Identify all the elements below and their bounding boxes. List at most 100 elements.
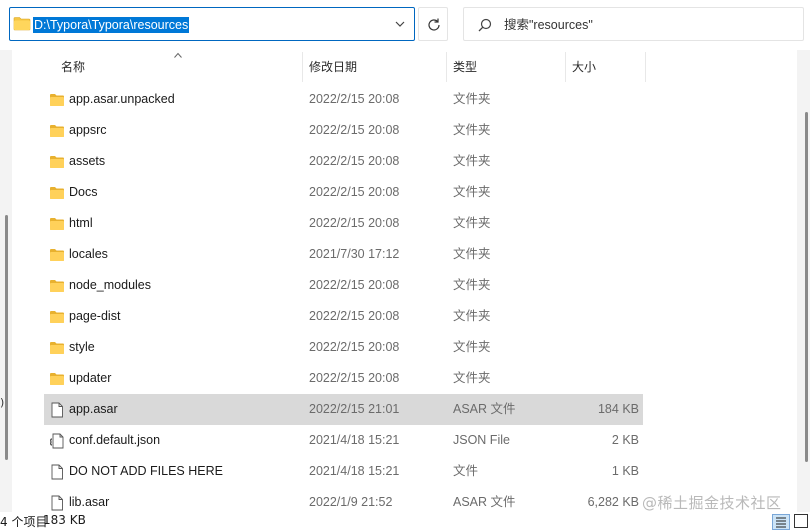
column-divider[interactable] — [302, 52, 303, 82]
file-date: 2022/2/15 20:08 — [309, 216, 400, 230]
details-view-button[interactable] — [772, 514, 790, 530]
search-input[interactable]: 搜索"resources" — [504, 17, 593, 33]
navigation-pane-text: ) — [0, 396, 5, 409]
file-name: app.asar — [69, 402, 118, 416]
file-type: 文件夹 — [453, 185, 491, 199]
file-size: 1 KB — [611, 464, 639, 478]
column-header-size[interactable]: 大小 — [572, 50, 596, 84]
file-name: page-dist — [69, 309, 121, 323]
file-type: 文件夹 — [453, 309, 491, 323]
file-row[interactable]: locales 2021/7/30 17:12 文件夹 — [44, 239, 643, 270]
scrollbar-thumb[interactable] — [805, 112, 808, 462]
folder-icon — [49, 123, 65, 139]
folder-icon — [49, 278, 65, 294]
column-header-type[interactable]: 类型 — [453, 50, 477, 84]
file-type: 文件夹 — [453, 216, 491, 230]
refresh-icon — [428, 18, 440, 31]
file-date: 2022/2/15 20:08 — [309, 309, 400, 323]
scrollbar-thumb[interactable] — [5, 215, 8, 460]
file-type: 文件夹 — [453, 154, 491, 168]
json-file-icon — [49, 433, 65, 449]
folder-icon — [49, 309, 65, 325]
file-date: 2022/2/15 20:08 — [309, 371, 400, 385]
file-type: JSON File — [453, 433, 510, 447]
search-box[interactable]: 搜索"resources" — [463, 7, 804, 41]
toolbar: D:\Typora\Typora\resources 搜索"resources" — [0, 0, 810, 50]
file-date: 2022/2/15 21:01 — [309, 402, 400, 416]
file-name: assets — [69, 154, 106, 168]
address-path[interactable]: D:\Typora\Typora\resources — [33, 17, 190, 33]
chevron-down-icon[interactable] — [394, 18, 406, 30]
sort-ascending-icon — [174, 52, 182, 58]
file-name: conf.default.json — [69, 433, 161, 447]
file-name: DO NOT ADD FILES HERE — [69, 464, 223, 478]
selection-size: 183 KB — [43, 513, 86, 527]
file-size: 184 KB — [597, 402, 639, 416]
file-type: ASAR 文件 — [453, 402, 516, 416]
file-name: updater — [69, 371, 112, 385]
vertical-scrollbar[interactable] — [797, 50, 810, 515]
file-name: style — [69, 340, 95, 354]
search-icon — [478, 18, 492, 32]
column-headers: 名称 修改日期 类型 大小 — [12, 50, 797, 84]
status-bar: 4 个项目 183 KB — [0, 512, 810, 530]
folder-icon — [49, 247, 65, 263]
folder-icon — [49, 154, 65, 170]
file-row[interactable]: conf.default.json 2021/4/18 15:21 JSON F… — [44, 425, 643, 456]
file-icon — [49, 464, 65, 480]
folder-icon — [49, 371, 65, 387]
folder-icon — [49, 340, 65, 356]
file-name: html — [69, 216, 93, 230]
file-icon — [49, 495, 65, 511]
file-name: Docs — [69, 185, 98, 199]
folder-icon — [13, 16, 31, 34]
file-row[interactable]: app.asar 2022/2/15 21:01 ASAR 文件 184 KB — [44, 394, 643, 425]
column-divider[interactable] — [446, 52, 447, 82]
file-icon — [49, 402, 65, 418]
file-row[interactable]: appsrc 2022/2/15 20:08 文件夹 — [44, 115, 643, 146]
file-row[interactable]: app.asar.unpacked 2022/2/15 20:08 文件夹 — [44, 84, 643, 115]
folder-icon — [49, 216, 65, 232]
refresh-button[interactable] — [418, 7, 448, 41]
column-header-name[interactable]: 名称 — [61, 50, 85, 84]
navigation-pane-scrollbar[interactable] — [0, 50, 12, 515]
file-name: node_modules — [69, 278, 152, 292]
watermark: @稀土掘金技术社区 — [642, 494, 782, 512]
file-type: 文件夹 — [453, 247, 491, 261]
file-type: 文件夹 — [453, 340, 491, 354]
address-bar[interactable]: D:\Typora\Typora\resources — [9, 7, 415, 41]
file-type: 文件夹 — [453, 92, 491, 106]
file-date: 2022/2/15 20:08 — [309, 340, 400, 354]
file-row[interactable]: DO NOT ADD FILES HERE 2021/4/18 15:21 文件… — [44, 456, 643, 487]
file-name: appsrc — [69, 123, 107, 137]
column-divider[interactable] — [565, 52, 566, 82]
file-row[interactable]: style 2022/2/15 20:08 文件夹 — [44, 332, 643, 363]
file-row[interactable]: updater 2022/2/15 20:08 文件夹 — [44, 363, 643, 394]
column-divider[interactable] — [645, 52, 646, 82]
file-date: 2021/4/18 15:21 — [309, 464, 400, 478]
file-date: 2022/2/15 20:08 — [309, 185, 400, 199]
item-count: 4 个项目 — [0, 515, 48, 529]
file-type: 文件 — [453, 464, 479, 478]
file-date: 2021/4/18 15:21 — [309, 433, 400, 447]
file-date: 2022/2/15 20:08 — [309, 278, 400, 292]
file-row[interactable]: page-dist 2022/2/15 20:08 文件夹 — [44, 301, 643, 332]
file-row[interactable]: html 2022/2/15 20:08 文件夹 — [44, 208, 643, 239]
file-type: 文件夹 — [453, 123, 491, 137]
file-size: 2 KB — [611, 433, 639, 447]
file-type: 文件夹 — [453, 278, 491, 292]
large-icons-view-button[interactable] — [794, 514, 808, 528]
file-date: 2022/2/15 20:08 — [309, 154, 400, 168]
file-name: app.asar.unpacked — [69, 92, 175, 106]
file-date: 2021/7/30 17:12 — [309, 247, 400, 261]
file-row[interactable]: assets 2022/2/15 20:08 文件夹 — [44, 146, 643, 177]
file-row[interactable]: node_modules 2022/2/15 20:08 文件夹 — [44, 270, 643, 301]
folder-icon — [49, 92, 65, 108]
file-row[interactable]: Docs 2022/2/15 20:08 文件夹 — [44, 177, 643, 208]
file-date: 2022/2/15 20:08 — [309, 92, 400, 106]
details-view-icon — [776, 517, 786, 528]
column-header-date[interactable]: 修改日期 — [309, 50, 357, 84]
folder-icon — [49, 185, 65, 201]
file-date: 2022/2/15 20:08 — [309, 123, 400, 137]
file-name: locales — [69, 247, 108, 261]
